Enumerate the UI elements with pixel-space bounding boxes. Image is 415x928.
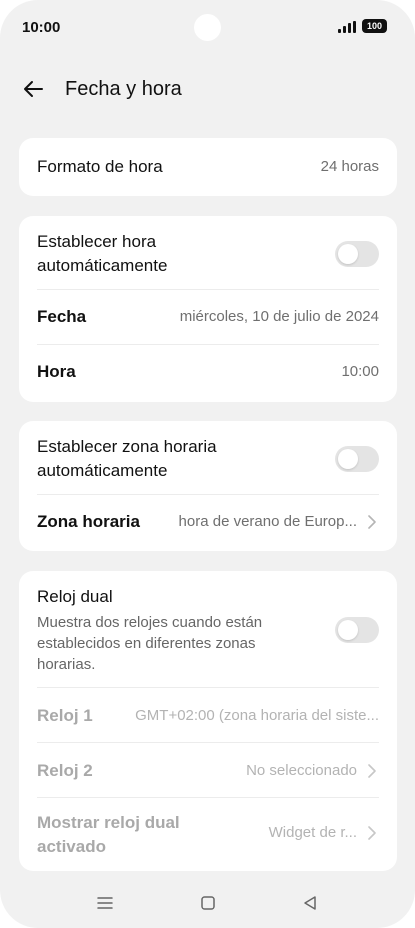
auto-time-card: Establecer hora automáticamente Fecha mi… (19, 216, 397, 402)
show-dual-row[interactable]: Mostrar reloj dual activado Widget de r.… (37, 811, 379, 859)
clock2-label: Reloj 2 (37, 761, 93, 780)
show-dual-value: Widget de r... (268, 824, 357, 841)
time-label: Hora (37, 362, 76, 381)
menu-icon (97, 897, 113, 909)
status-time: 10:00 (22, 19, 61, 36)
divider (37, 494, 379, 495)
time-zone-value: hora de verano de Europ... (178, 513, 357, 530)
back-triangle-icon (304, 896, 316, 910)
show-dual-label: Mostrar reloj dual activado (37, 813, 180, 856)
dual-clock-toggle[interactable] (335, 617, 379, 643)
chevron-right-icon (368, 764, 376, 778)
auto-time-toggle[interactable] (335, 241, 379, 267)
time-zone-label: Zona horaria (37, 512, 140, 531)
auto-time-label: Establecer hora automáticamente (37, 232, 168, 275)
divider (37, 344, 379, 345)
time-format-value: 24 horas (320, 158, 379, 175)
date-value: miércoles, 10 de julio de 2024 (179, 308, 379, 325)
page-title: Fecha y hora (65, 78, 182, 100)
chevron-right-icon (368, 826, 376, 840)
divider (37, 742, 379, 743)
date-label: Fecha (37, 307, 87, 326)
time-row[interactable]: Hora 10:00 (37, 360, 379, 384)
nav-home-button[interactable] (193, 888, 223, 918)
phone-screen: 10:00 100 Fecha y hora Formato de hora 2… (0, 0, 415, 928)
divider (37, 289, 379, 290)
home-square-icon (201, 896, 215, 910)
clock1-label: Reloj 1 (37, 706, 93, 725)
navigation-bar (0, 880, 415, 928)
battery-icon: 100 (362, 19, 387, 33)
time-format-row[interactable]: Formato de hora 24 horas (37, 155, 379, 179)
header: Fecha y hora (0, 70, 415, 110)
clock2-value: No seleccionado (246, 762, 357, 779)
date-row[interactable]: Fecha miércoles, 10 de julio de 2024 (37, 305, 379, 329)
signal-icon (338, 21, 356, 33)
auto-zone-label: Establecer zona horaria automáticamente (37, 437, 217, 480)
divider (37, 797, 379, 798)
time-format-label: Formato de hora (37, 157, 163, 176)
back-button[interactable] (18, 74, 48, 104)
dual-clock-row[interactable]: Reloj dual Muestra dos relojes cuando es… (37, 585, 379, 675)
status-bar: 10:00 100 (0, 0, 415, 56)
auto-time-row[interactable]: Establecer hora automáticamente (37, 230, 379, 280)
clock1-row[interactable]: Reloj 1 GMT+02:00 (zona horaria del sist… (37, 704, 379, 728)
clock1-value: GMT+02:00 (zona horaria del siste... (135, 707, 379, 724)
auto-zone-row[interactable]: Establecer zona horaria automáticamente (37, 435, 379, 485)
nav-menu-button[interactable] (90, 888, 120, 918)
nav-back-button[interactable] (295, 888, 325, 918)
zone-card: Establecer zona horaria automáticamente … (19, 421, 397, 551)
time-zone-row[interactable]: Zona horaria hora de verano de Europ... (37, 510, 379, 534)
dual-clock-card: Reloj dual Muestra dos relojes cuando es… (19, 571, 397, 871)
divider (37, 687, 379, 688)
time-value: 10:00 (341, 363, 379, 380)
chevron-right-icon (368, 515, 376, 529)
clock2-row[interactable]: Reloj 2 No seleccionado (37, 759, 379, 783)
dual-clock-title: Reloj dual (37, 587, 113, 606)
format-card: Formato de hora 24 horas (19, 138, 397, 196)
camera-cutout (194, 14, 221, 41)
auto-zone-toggle[interactable] (335, 446, 379, 472)
arrow-left-icon (24, 81, 43, 97)
dual-clock-description: Muestra dos relojes cuando están estable… (37, 614, 263, 673)
